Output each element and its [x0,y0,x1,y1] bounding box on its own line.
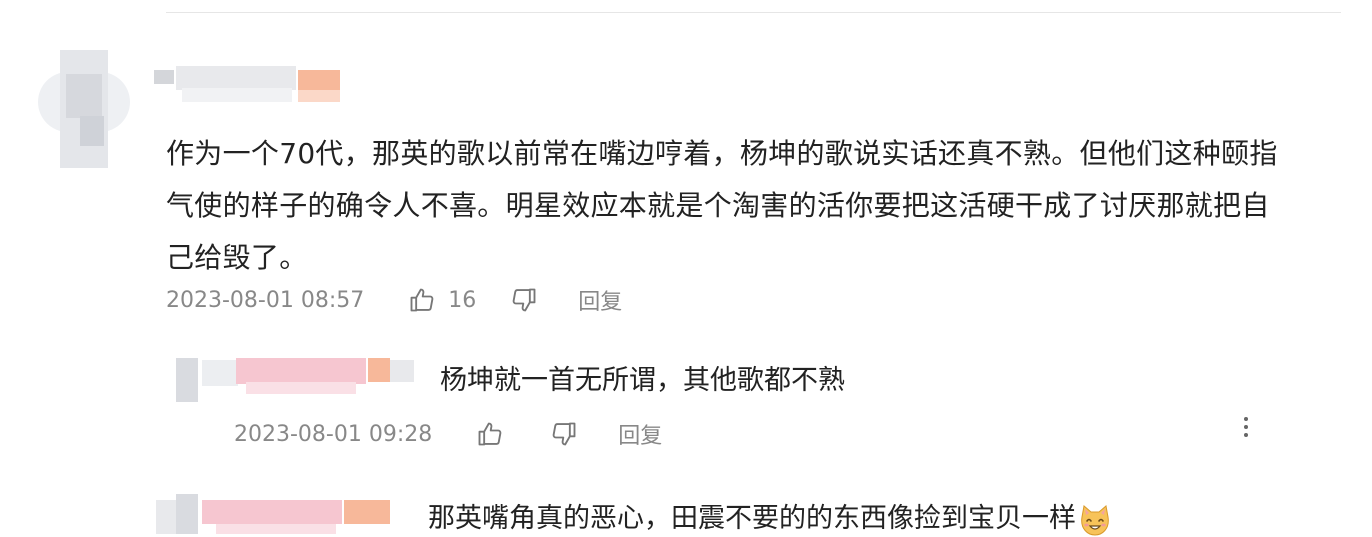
cat-smile-emoji-icon [1081,504,1109,536]
thumbs-down-icon [552,422,576,446]
reply-text-content: 那英嘴角真的恶心，田震不要的的东西像捡到宝贝一样 [428,503,1076,534]
reply-username[interactable] [176,356,416,402]
reply-text: 那英嘴角真的恶心，田震不要的的东西像捡到宝贝一样 [428,496,1112,537]
top-divider [166,12,1341,13]
comment-timestamp: 2023-08-01 08:57 [166,287,365,313]
comment-line: 作为一个70代，那英的歌以前常在嘴边哼着，杨坤的歌说实话还真不熟。但他们这种颐指 [166,137,1278,170]
dislike-button[interactable] [510,286,538,314]
reply-username[interactable] [156,494,392,534]
comment-line: 己给毁了。 [166,241,308,274]
username[interactable] [154,66,344,102]
comment-line: 气使的样子的确令人不喜。明星效应本就是个淘害的活你要把这活硬干成了讨厌那就把自 [166,189,1270,222]
comment-text: 作为一个70代，那英的歌以前常在嘴边哼着，杨坤的歌说实话还真不熟。但他们这种颐指… [166,128,1346,284]
like-button[interactable] [476,420,516,448]
more-vertical-icon[interactable] [1236,410,1256,444]
thumbs-up-icon [478,422,502,446]
reply-button[interactable]: 回复 [578,284,622,316]
reply-meta: 2023-08-01 09:28 回复 [234,418,662,450]
reply-timestamp: 2023-08-01 09:28 [234,421,433,447]
comment-meta: 2023-08-01 08:57 16 回复 [166,284,622,316]
dislike-button[interactable] [550,420,578,448]
avatar[interactable] [38,50,130,168]
thumbs-up-icon [410,288,434,312]
reply-text: 杨坤就一首无所谓，其他歌都不熟 [440,365,845,396]
thumbs-down-icon [512,288,536,312]
like-count: 16 [448,287,477,313]
like-button[interactable]: 16 [408,286,476,314]
reply-button[interactable]: 回复 [618,418,662,450]
